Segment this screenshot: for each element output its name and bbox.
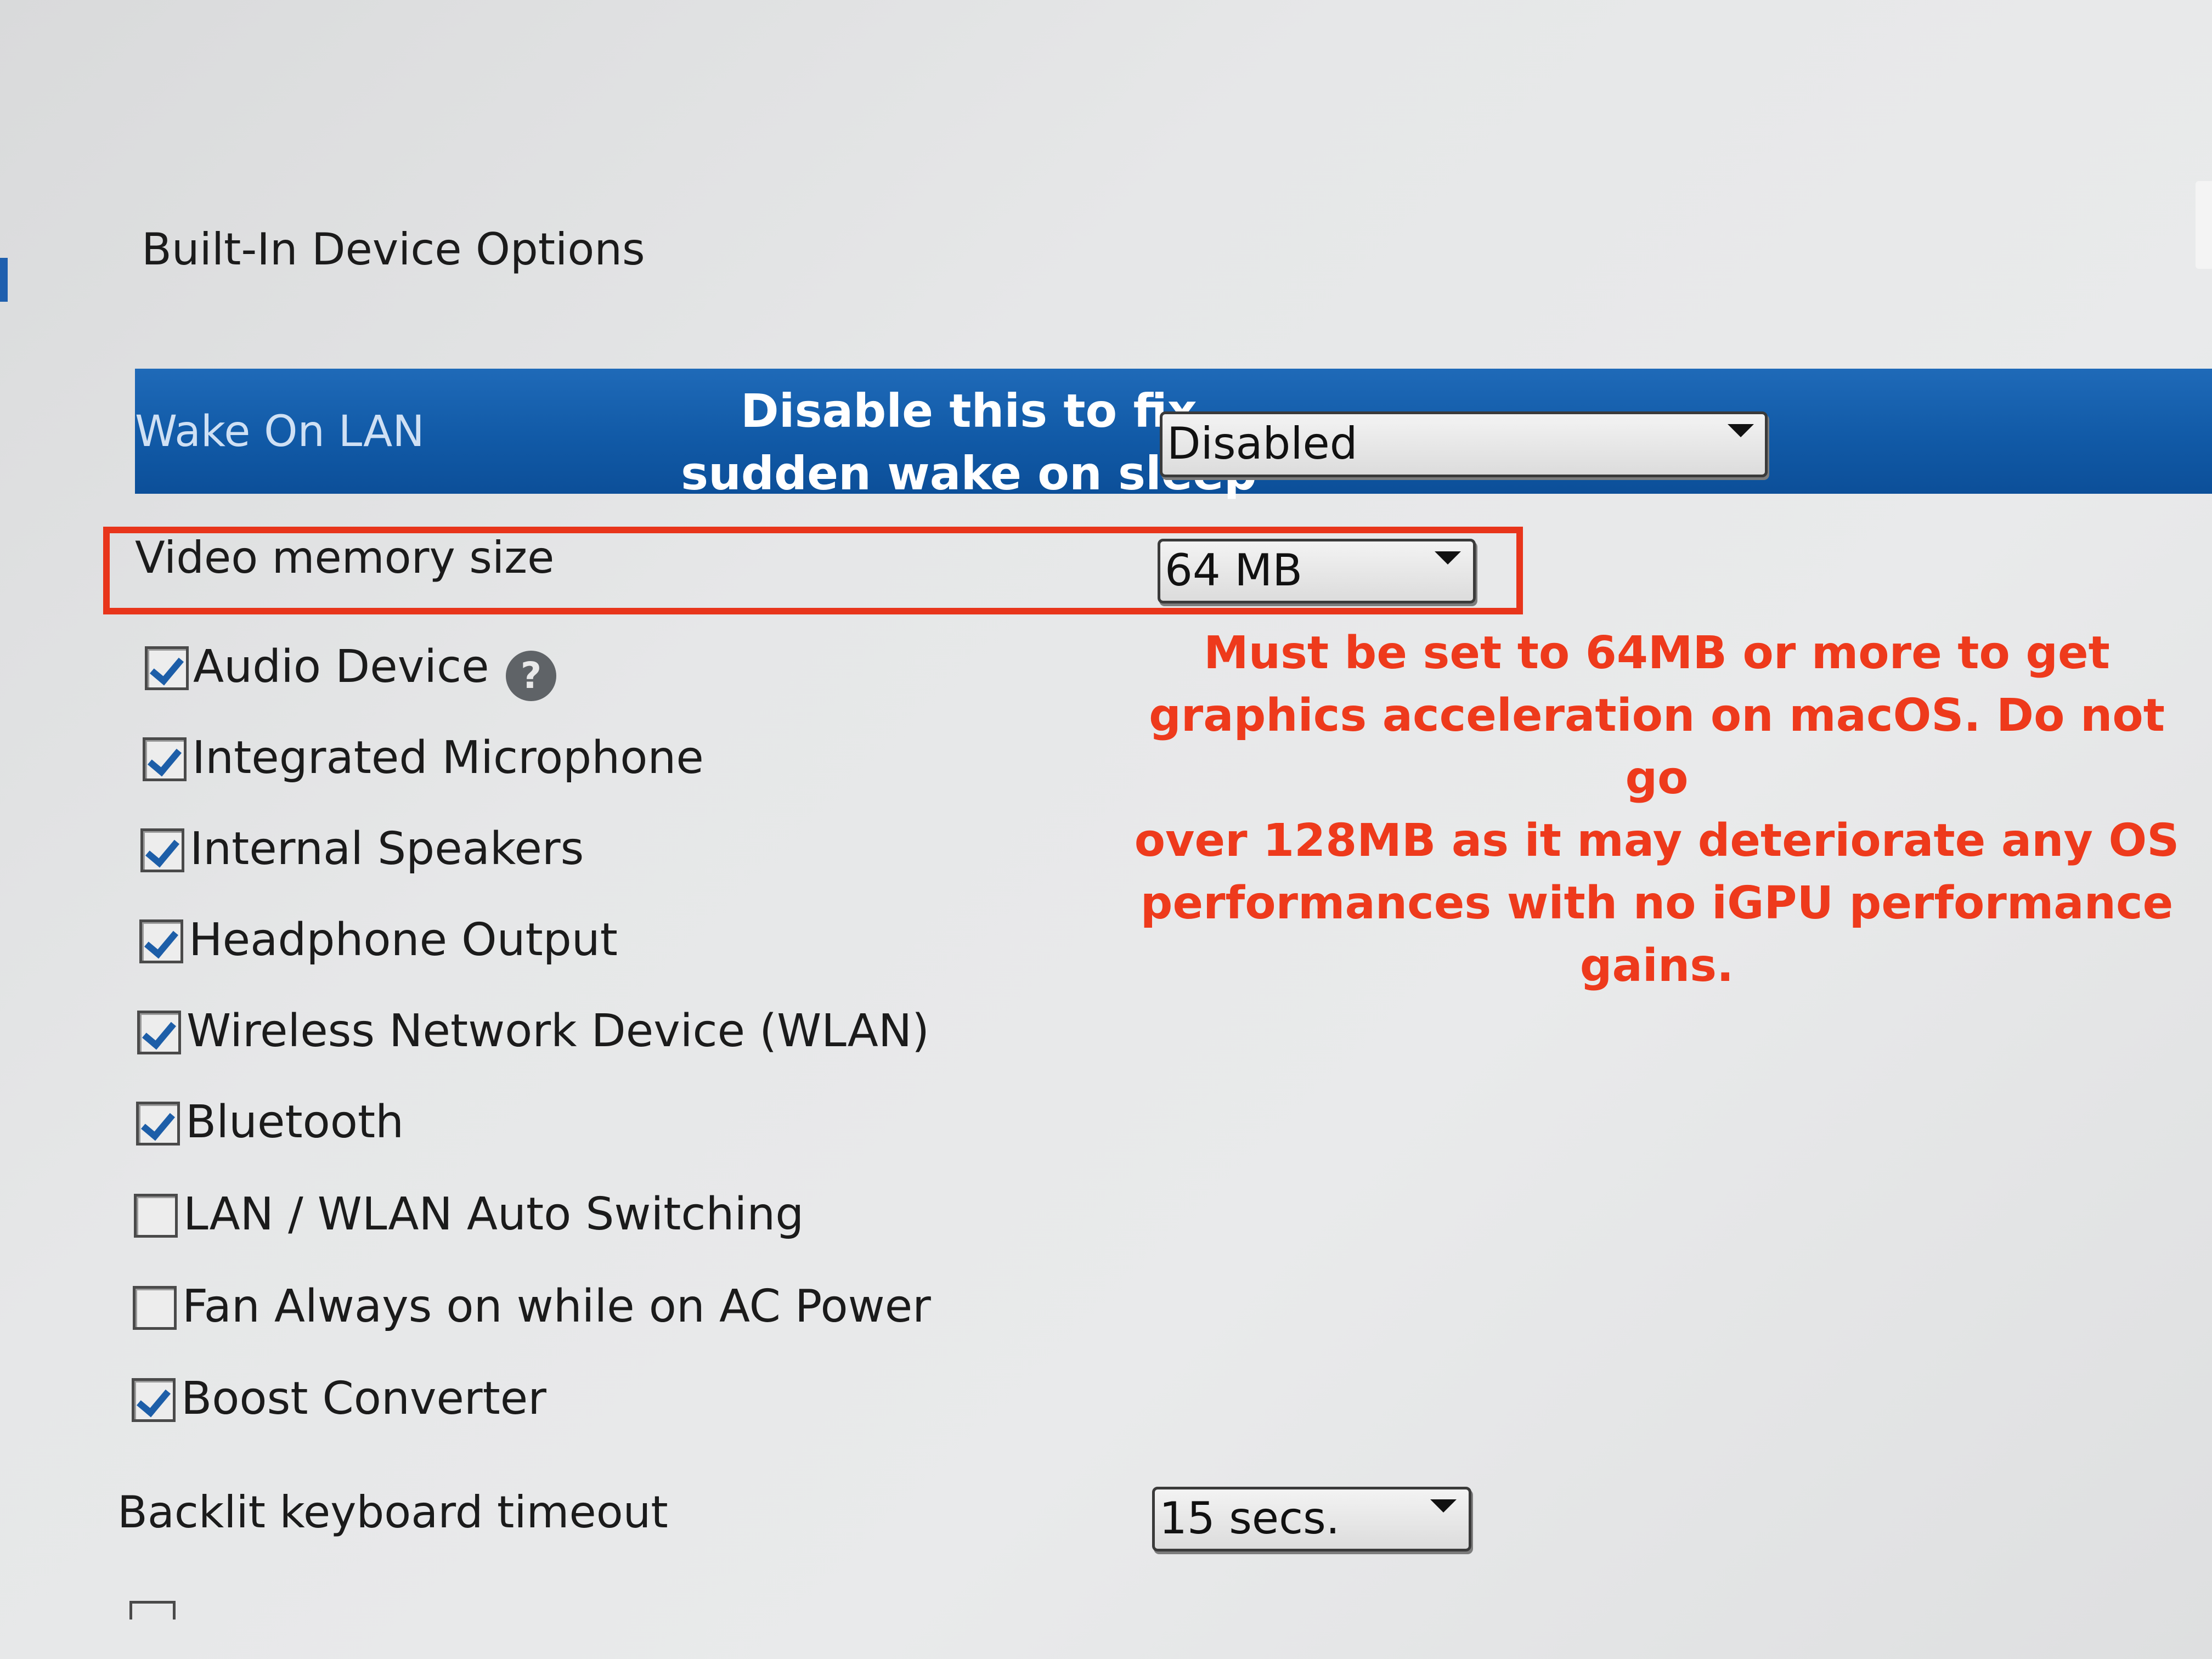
checkbox-row-wlan[interactable]: Wireless Network Device (WLAN): [0, 1005, 933, 1065]
annotation-line: graphics acceleration on macOS. Do not g…: [1149, 690, 2165, 804]
backlit-keyboard-value: 15 secs.: [1159, 1493, 1340, 1544]
checkbox-internal-speakers[interactable]: [140, 828, 184, 872]
annotation-line: gains.: [1579, 940, 1734, 992]
cut-off-checkbox: [129, 1601, 176, 1620]
checkbox-wlan[interactable]: [137, 1011, 181, 1054]
backlit-keyboard-label: Backlit keyboard timeout: [117, 1487, 668, 1538]
chevron-down-icon: [1430, 1499, 1457, 1513]
checkbox-fan-always-on[interactable]: [133, 1286, 177, 1330]
checkbox-integrated-microphone[interactable]: [143, 737, 187, 781]
checkbox-label: Internal Speakers: [190, 823, 584, 875]
checkbox-label: Bluetooth: [185, 1096, 404, 1148]
video-memory-annotation: Must be set to 64MB or more to get graph…: [1119, 622, 2194, 997]
video-memory-highlight-box: [103, 527, 1523, 614]
annotation-line: over 128MB as it may deteriorate any OS: [1134, 815, 2180, 867]
wake-on-lan-label: Wake On LAN: [135, 407, 425, 456]
left-edge-marker: [0, 258, 8, 302]
checkbox-label: Audio Device: [193, 641, 489, 693]
checkbox-boost-converter[interactable]: [132, 1378, 176, 1422]
checkbox-row-bluetooth[interactable]: Bluetooth: [0, 1096, 494, 1156]
checkbox-row-integrated-microphone[interactable]: Integrated Microphone: [0, 732, 768, 792]
checkbox-row-internal-speakers[interactable]: Internal Speakers: [0, 823, 658, 883]
chevron-down-icon: [1728, 424, 1754, 437]
checkbox-headphone-output[interactable]: [139, 919, 183, 963]
annotation-line: Must be set to 64MB or more to get: [1204, 627, 2110, 679]
checkbox-lan-wlan-auto-switching[interactable]: [134, 1194, 178, 1238]
wake-on-lan-row[interactable]: Wake On LAN Disable this to fix sudden w…: [135, 369, 2212, 500]
checkbox-label: LAN / WLAN Auto Switching: [183, 1188, 804, 1240]
checkbox-bluetooth[interactable]: [136, 1102, 180, 1146]
help-icon[interactable]: ?: [506, 651, 556, 701]
wake-on-lan-value: Disabled: [1167, 418, 1358, 469]
annotation-line: performances with no iGPU performance: [1140, 877, 2174, 929]
checkbox-label: Wireless Network Device (WLAN): [187, 1005, 930, 1057]
checkbox-row-boost-converter[interactable]: Boost Converter: [0, 1373, 603, 1433]
checkbox-label: Integrated Microphone: [192, 732, 704, 784]
checkbox-label: Headphone Output: [189, 914, 618, 966]
right-edge-glare: [2196, 181, 2212, 269]
section-title: Built-In Device Options: [142, 224, 645, 275]
checkbox-row-headphone-output[interactable]: Headphone Output: [0, 914, 658, 974]
checkbox-label: Fan Always on while on AC Power: [182, 1280, 931, 1333]
checkbox-row-lan-wlan-auto-switching[interactable]: LAN / WLAN Auto Switching: [0, 1188, 823, 1249]
checkbox-row-audio-device[interactable]: Audio Device ?: [0, 641, 603, 701]
backlit-keyboard-select[interactable]: 15 secs.: [1152, 1487, 1471, 1551]
checkbox-row-fan-always-on[interactable]: Fan Always on while on AC Power: [0, 1280, 933, 1341]
checkbox-label: Boost Converter: [181, 1373, 546, 1425]
checkbox-audio-device[interactable]: [145, 646, 189, 690]
cut-off-row: [129, 1598, 459, 1620]
wake-on-lan-select[interactable]: Disabled: [1160, 411, 1768, 477]
